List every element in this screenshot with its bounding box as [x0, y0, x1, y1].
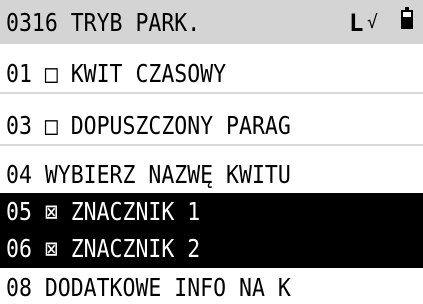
menu-item-znacznik-2[interactable]: 06 ⊠ ZNACZNIK 2: [0, 230, 423, 268]
menu-item-dopuszczony-parag[interactable]: 03 □ DOPUSZCZONY PARAG: [0, 108, 423, 146]
menu-item-label: 04 WYBIERZ NAZWĘ KWITU: [6, 160, 291, 189]
menu-item-label: 08 DODATKOWE INFO NA K: [6, 273, 291, 302]
menu-item-label: 06 ⊠ ZNACZNIK 2: [6, 234, 201, 263]
terminal-screen: 0316 TRYB PARK. L √ 01 □ KWIT CZASOWY 03…: [0, 0, 423, 304]
status-letter: L: [349, 9, 364, 37]
menu-item-label: 03 □ DOPUSZCZONY PARAG: [6, 111, 291, 140]
menu-item-label: 05 ⊠ ZNACZNIK 1: [6, 197, 201, 226]
menu-item-label: 01 □ KWIT CZASOWY: [6, 59, 227, 88]
status-bar: 0316 TRYB PARK. L √: [0, 0, 423, 44]
battery-icon: [401, 7, 413, 29]
menu-item-znacznik-1[interactable]: 05 ⊠ ZNACZNIK 1: [0, 193, 423, 231]
menu-item-wybierz-nazwe-kwitu[interactable]: 04 WYBIERZ NAZWĘ KWITU: [0, 156, 423, 194]
menu-item-kwit-czasowy[interactable]: 01 □ KWIT CZASOWY: [0, 56, 423, 94]
menu-item-dodatkowe-info[interactable]: 08 DODATKOWE INFO NA K: [0, 272, 423, 304]
screen-title: 0316 TRYB PARK.: [6, 8, 201, 37]
signal-icon: √: [367, 12, 378, 33]
